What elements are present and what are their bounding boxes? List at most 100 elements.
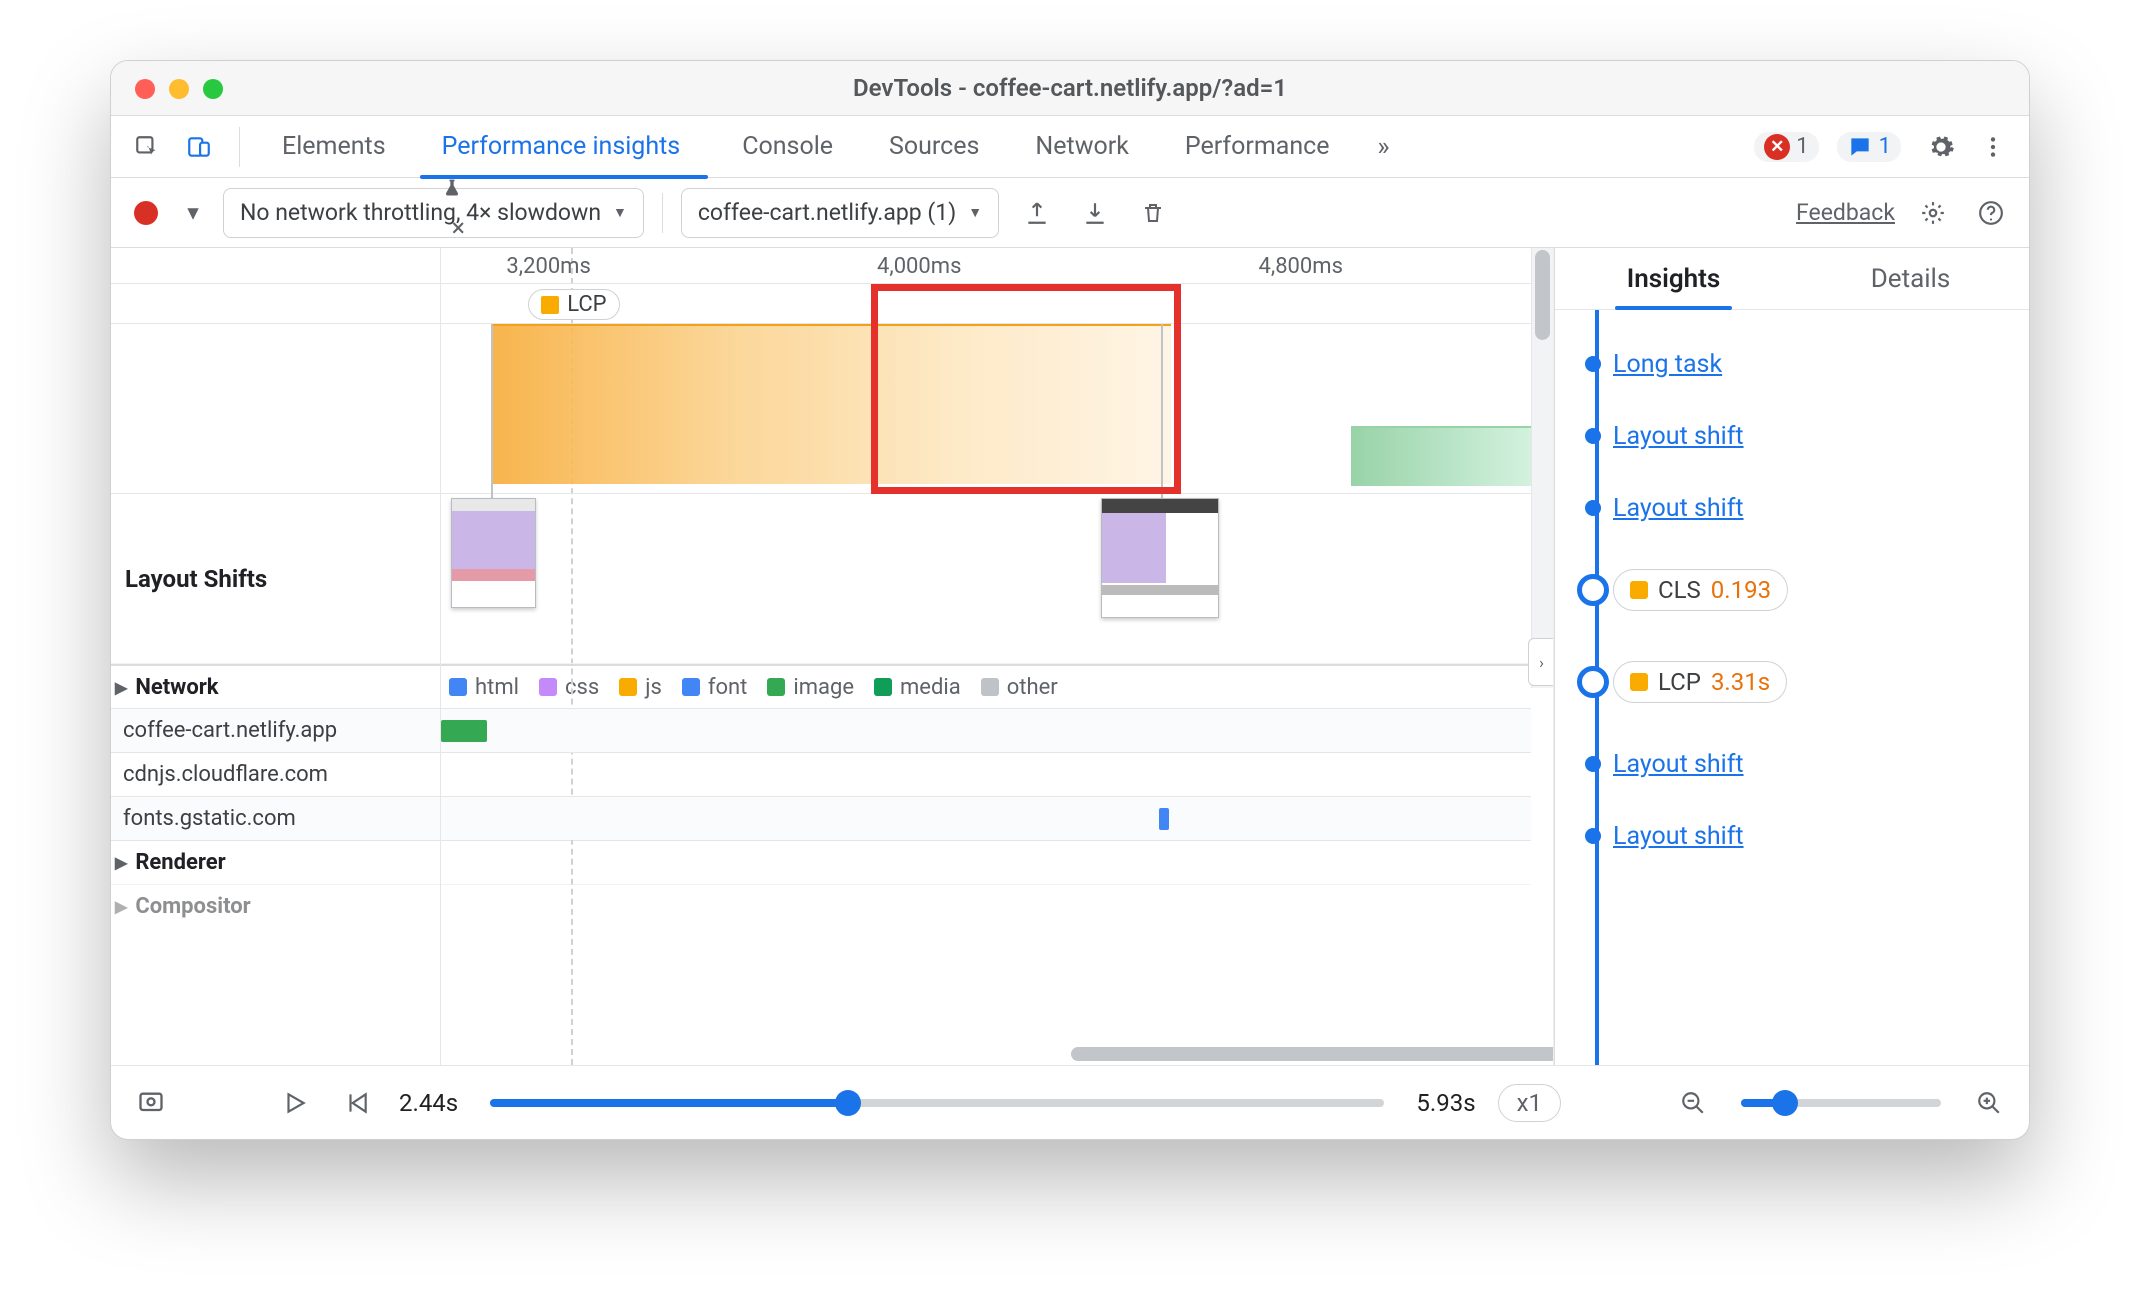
metric-color-icon <box>1630 673 1648 691</box>
record-dropdown-icon[interactable]: ▾ <box>181 193 205 233</box>
network-row[interactable] <box>441 796 1531 840</box>
tabs-overflow-icon[interactable]: » <box>1364 127 1404 167</box>
network-row[interactable] <box>441 752 1531 796</box>
lcp-marker[interactable]: LCP <box>528 289 619 320</box>
zoom-in-icon[interactable] <box>1969 1083 2009 1123</box>
chevron-down-icon: ▼ <box>968 204 982 221</box>
separator <box>662 193 663 233</box>
zoom-slider[interactable] <box>1741 1099 1941 1107</box>
insight-link[interactable]: Layout shift <box>1613 822 1744 851</box>
insights-list[interactable]: Long task Layout shift Layout shift <box>1555 310 2029 1065</box>
slider-knob[interactable] <box>1772 1090 1798 1116</box>
legend-label: font <box>708 675 748 700</box>
tab-performance-insights[interactable]: Performance insights × <box>420 116 709 178</box>
settings-icon[interactable] <box>1921 127 1961 167</box>
skip-back-icon[interactable] <box>337 1083 377 1123</box>
messages-badge[interactable]: 1 <box>1837 132 1901 162</box>
rail-dot-icon <box>1585 428 1601 444</box>
window-title: DevTools - coffee-cart.netlify.app/?ad=1 <box>853 74 1287 102</box>
flame-row[interactable] <box>441 324 1531 494</box>
tab-performance[interactable]: Performance <box>1163 116 1352 178</box>
slider-knob[interactable] <box>835 1090 861 1116</box>
timeline-chart[interactable]: 3,200ms 4,000ms 4,800ms LCP <box>441 248 1531 1065</box>
kebab-menu-icon[interactable] <box>1973 127 2013 167</box>
insight-item[interactable]: Layout shift <box>1613 728 2011 800</box>
range-end-label: 5.93s <box>1416 1089 1475 1117</box>
tab-label: Performance insights <box>442 132 681 161</box>
zoom-out-icon[interactable] <box>1673 1083 1713 1123</box>
insight-link[interactable]: Layout shift <box>1613 750 1744 779</box>
insight-link[interactable]: Layout shift <box>1613 494 1744 523</box>
errors-badge[interactable]: ✕ 1 <box>1754 132 1818 162</box>
minimize-window-button[interactable] <box>169 79 189 99</box>
disclosure-triangle-icon[interactable]: ▶ <box>115 678 127 697</box>
tab-label: Elements <box>282 132 386 161</box>
playback-footer: 2.44s 5.93s x1 <box>111 1065 2029 1139</box>
tab-network[interactable]: Network <box>1013 116 1150 178</box>
playback-speed-button[interactable]: x1 <box>1498 1084 1561 1122</box>
import-icon[interactable] <box>1075 193 1115 233</box>
vertical-scrollbar[interactable] <box>1531 248 1553 688</box>
renderer-row[interactable] <box>441 840 1531 884</box>
delete-icon[interactable] <box>1133 193 1173 233</box>
insight-metric-cls[interactable]: CLS 0.193 <box>1613 544 2011 636</box>
tab-sources[interactable]: Sources <box>867 116 1001 178</box>
throttling-label: No network throttling, 4× slowdown <box>240 199 601 226</box>
toggle-preview-icon[interactable] <box>131 1083 171 1123</box>
metric-name: LCP <box>1658 668 1701 696</box>
close-window-button[interactable] <box>135 79 155 99</box>
tab-elements[interactable]: Elements <box>260 116 408 178</box>
request-bar[interactable] <box>441 720 487 742</box>
tab-details[interactable]: Details <box>1792 248 2029 309</box>
insight-item[interactable]: Layout shift <box>1613 400 2011 472</box>
network-host-label: fonts.gstatic.com <box>111 806 296 831</box>
row-label-column: Layout Shifts ▶Network coffee-cart.netli… <box>111 248 441 1065</box>
disclosure-triangle-icon[interactable]: ▶ <box>115 853 127 872</box>
event-line <box>491 324 493 493</box>
insight-item[interactable]: Long task <box>1613 328 2011 400</box>
scrollbar-thumb[interactable] <box>1535 250 1550 340</box>
help-icon[interactable] <box>1971 193 2011 233</box>
insight-link[interactable]: Long task <box>1613 350 1722 379</box>
metric-value: 0.193 <box>1711 576 1771 604</box>
device-toolbar-icon[interactable] <box>179 127 219 167</box>
legend-label: html <box>475 675 519 700</box>
legend-js-icon <box>619 678 637 696</box>
tab-close-icon[interactable]: × <box>452 214 465 243</box>
insight-metric-lcp[interactable]: LCP 3.31s <box>1613 636 2011 728</box>
flask-icon <box>442 178 687 198</box>
legend-css-icon <box>539 678 557 696</box>
insight-item[interactable]: Layout shift <box>1613 800 2011 872</box>
insight-link[interactable]: Layout shift <box>1613 422 1744 451</box>
devtools-tabbar: Elements Performance insights × Console … <box>111 116 2029 178</box>
insight-item[interactable]: Layout shift <box>1613 472 2011 544</box>
panel-settings-icon[interactable] <box>1913 193 1953 233</box>
horizontal-scrollbar[interactable] <box>771 1043 1509 1065</box>
time-ruler[interactable]: 3,200ms 4,000ms 4,800ms <box>441 248 1531 284</box>
task-bar[interactable] <box>1351 426 1531 486</box>
rail-dot-icon <box>1585 828 1601 844</box>
layout-shifts-row[interactable] <box>441 494 1531 664</box>
network-row[interactable] <box>441 708 1531 752</box>
export-icon[interactable] <box>1017 193 1057 233</box>
disclosure-triangle-icon[interactable]: ▶ <box>115 897 127 916</box>
layout-shift-thumbnail[interactable] <box>1101 498 1219 618</box>
scrollbar-thumb[interactable] <box>1071 1047 1553 1061</box>
inspect-element-icon[interactable] <box>127 127 167 167</box>
session-dropdown[interactable]: coffee-cart.netlify.app (1) ▼ <box>681 188 999 238</box>
lcp-color-icon <box>541 296 559 314</box>
compositor-row[interactable] <box>441 884 1531 928</box>
zoom-window-button[interactable] <box>203 79 223 99</box>
playback-slider[interactable] <box>490 1099 1384 1107</box>
panel-collapse-button[interactable]: › <box>1528 638 1553 686</box>
record-button[interactable] <box>129 196 163 230</box>
lcp-marker-label: LCP <box>567 292 606 317</box>
request-bar[interactable] <box>1159 808 1169 830</box>
play-icon[interactable] <box>275 1083 315 1123</box>
metric-name: CLS <box>1658 576 1701 604</box>
tab-console[interactable]: Console <box>720 116 855 178</box>
layout-shift-thumbnail[interactable] <box>451 498 536 608</box>
feedback-link[interactable]: Feedback <box>1796 199 1895 226</box>
timeline-panel: › Layout Shifts ▶Network coffee-cart.net… <box>111 248 1554 1065</box>
tab-insights[interactable]: Insights <box>1555 248 1792 309</box>
